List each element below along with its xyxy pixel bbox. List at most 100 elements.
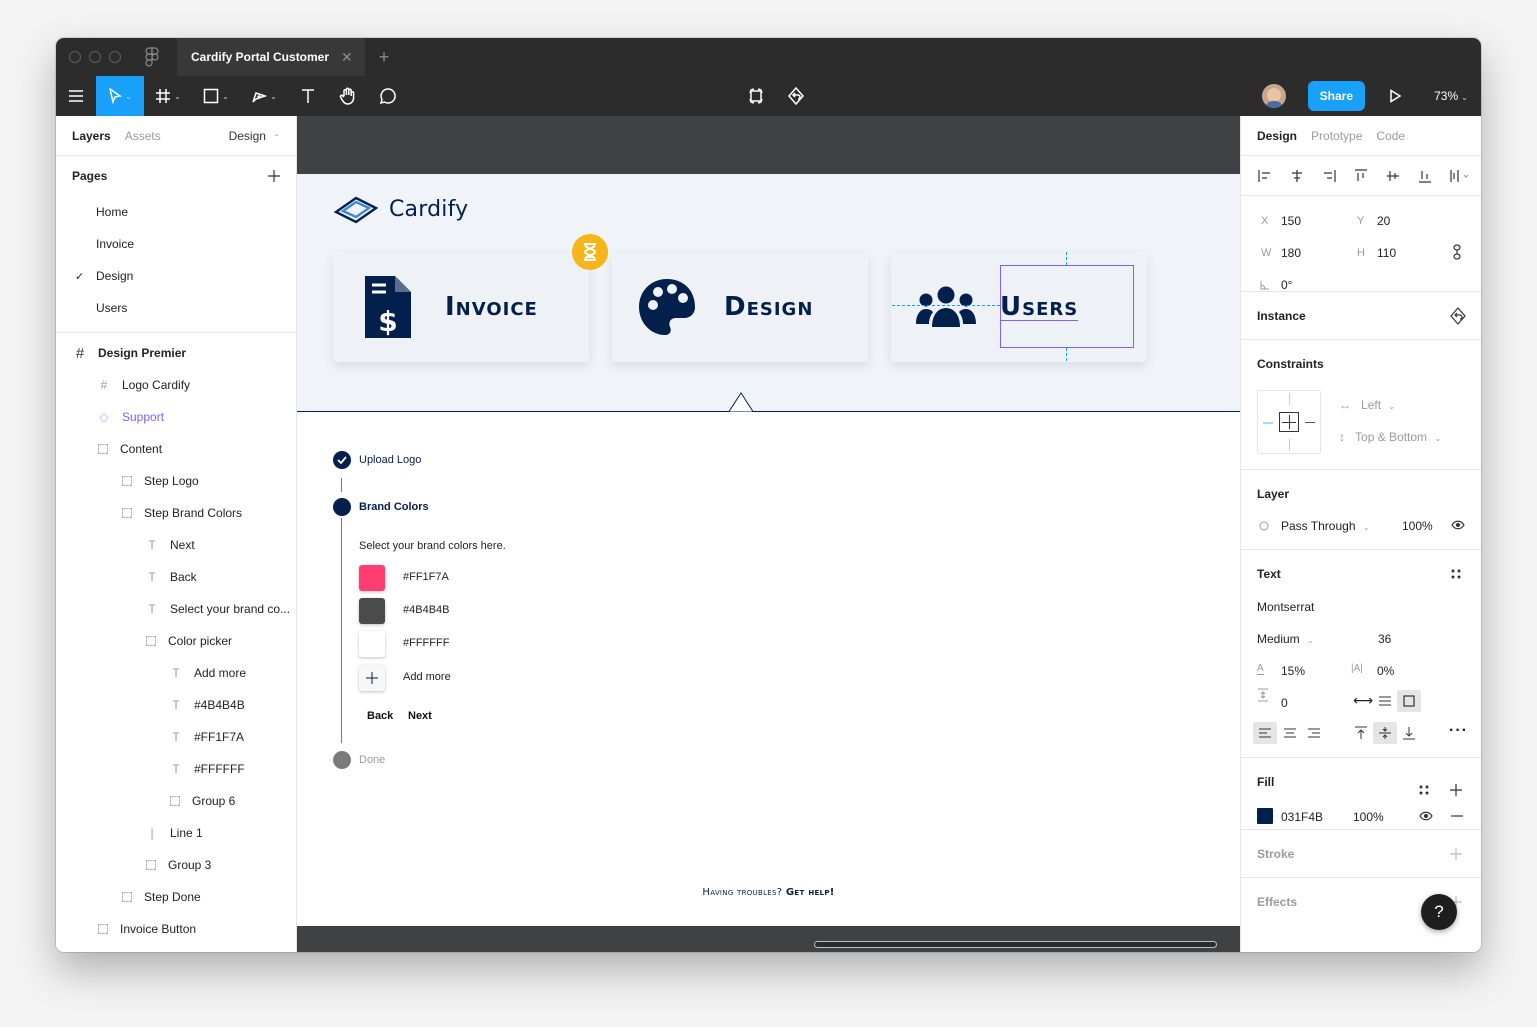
layer-row[interactable]: T Select your brand co... [56, 593, 296, 625]
tab-prototype[interactable]: Prototype [1311, 129, 1362, 143]
help-button[interactable]: ? [1421, 894, 1457, 930]
design-premier-frame[interactable]: Cardify $ Invoice Design Users Upload Lo… [297, 174, 1240, 926]
layer-row[interactable]: Invoice Button [56, 913, 296, 945]
instance-reset-icon[interactable] [1449, 307, 1467, 325]
width-input[interactable]: 180 [1281, 246, 1301, 260]
share-button[interactable]: Share [1307, 81, 1365, 111]
add-page-icon[interactable] [268, 170, 280, 182]
layer-row[interactable]: Group 6 [56, 785, 296, 817]
reset-instance-button[interactable] [776, 76, 816, 116]
auto-width-icon[interactable]: ⟷ [1353, 692, 1373, 709]
text-align-left-button[interactable] [1253, 722, 1277, 744]
align-bottom-icon[interactable] [1417, 168, 1433, 184]
layer-opacity-input[interactable]: 100% [1402, 519, 1433, 533]
move-tool-button[interactable]: ⌄ [96, 76, 144, 116]
layer-row[interactable]: T Back [56, 561, 296, 593]
layer-row[interactable]: # Design Premier [56, 337, 296, 369]
horizontal-constraint-dropdown[interactable]: ↔ Left ⌄ [1339, 398, 1395, 412]
line-height-input[interactable]: 15% [1281, 664, 1305, 678]
layer-row[interactable]: Content [56, 433, 296, 465]
font-family-dropdown[interactable]: Montserrat [1257, 600, 1314, 614]
distribute-icon[interactable] [1449, 168, 1471, 184]
constraint-widget[interactable] [1257, 390, 1321, 454]
letter-spacing-input[interactable]: 0% [1377, 664, 1394, 678]
layer-row[interactable]: Step Done [56, 881, 296, 913]
constraint-right[interactable] [1305, 422, 1315, 423]
document-tab[interactable]: Cardify Portal Customer ✕ [177, 38, 365, 76]
user-avatar[interactable] [1261, 84, 1286, 108]
font-weight-dropdown[interactable]: Medium ⌄ [1257, 632, 1314, 646]
align-right-icon[interactable] [1321, 168, 1337, 184]
swatch-ff1f7a[interactable] [359, 565, 385, 591]
step-brand-colors[interactable]: Brand Colors [333, 498, 429, 516]
vertical-constraint-dropdown[interactable]: ↕ Top & Bottom ⌄ [1339, 430, 1441, 444]
shape-tool-button[interactable]: ⌄ [192, 76, 240, 116]
layer-row[interactable]: T #FF1F7A [56, 721, 296, 753]
align-left-icon[interactable] [1257, 168, 1273, 184]
fill-color-swatch[interactable] [1257, 808, 1273, 824]
y-input[interactable]: 20 [1377, 214, 1390, 228]
align-top-icon[interactable] [1353, 168, 1369, 184]
swatch-ffffff[interactable] [359, 631, 385, 657]
rotation-input[interactable]: 0° [1281, 278, 1292, 292]
maximize-window-button[interactable] [109, 51, 121, 63]
align-vertical-center-icon[interactable] [1385, 168, 1401, 184]
fill-opacity-input[interactable]: 100% [1353, 810, 1384, 824]
auto-height-icon[interactable] [1378, 696, 1392, 706]
text-styles-icon[interactable] [1451, 569, 1461, 579]
height-input[interactable]: 110 [1377, 246, 1396, 260]
layer-row[interactable]: Step Logo [56, 465, 296, 497]
page-item-home[interactable]: Home [56, 196, 296, 228]
canvas[interactable]: Cardify $ Invoice Design Users Upload Lo… [297, 116, 1240, 952]
layer-row[interactable]: T Add more [56, 657, 296, 689]
present-button[interactable] [1383, 76, 1407, 116]
layer-row[interactable]: T Next [56, 529, 296, 561]
text-align-right-icon[interactable] [1307, 728, 1321, 738]
eye-icon[interactable] [1419, 811, 1433, 821]
vertical-align-middle-button[interactable] [1373, 722, 1397, 744]
zoom-dropdown[interactable]: 73% ⌄ [1421, 89, 1481, 103]
support-badge[interactable] [572, 234, 608, 270]
constraint-top[interactable] [1289, 393, 1290, 405]
constraint-left[interactable] [1263, 422, 1273, 424]
layer-row[interactable]: T #4B4B4B [56, 689, 296, 721]
next-button[interactable]: Next [408, 710, 432, 722]
get-help-link[interactable]: Get help! [786, 887, 835, 898]
fixed-size-button[interactable] [1397, 690, 1421, 712]
main-menu-button[interactable] [56, 76, 96, 116]
selection-box[interactable] [1000, 265, 1134, 348]
horizontal-scrollbar[interactable] [814, 941, 1217, 948]
back-button[interactable]: Back [367, 710, 393, 722]
add-stroke-icon[interactable] [1450, 848, 1462, 860]
fill-styles-icon[interactable] [1419, 785, 1429, 795]
layer-row[interactable]: # Logo Cardify [56, 369, 296, 401]
close-tab-icon[interactable]: ✕ [341, 49, 353, 66]
fill-hex-input[interactable]: 031F4B [1281, 810, 1323, 824]
close-window-button[interactable] [69, 51, 81, 63]
layer-row[interactable]: Group 3 [56, 849, 296, 881]
add-fill-icon[interactable] [1450, 784, 1462, 796]
step-upload-logo[interactable]: Upload Logo [333, 451, 421, 469]
page-selector[interactable]: Design ⌃ [229, 129, 280, 143]
tab-code[interactable]: Code [1376, 129, 1405, 143]
x-input[interactable]: 150 [1281, 214, 1301, 228]
page-item-design[interactable]: ✓ Design [56, 260, 296, 292]
blend-mode-dropdown[interactable]: Pass Through ⌄ [1281, 519, 1370, 533]
text-align-center-icon[interactable] [1283, 728, 1297, 738]
more-options-icon[interactable]: ··· [1449, 722, 1468, 740]
design-card[interactable]: Design [612, 252, 868, 362]
tab-layers[interactable]: Layers [72, 129, 111, 143]
logo-cardify[interactable]: Cardify [333, 192, 468, 226]
constrain-proportions-icon[interactable] [1451, 244, 1463, 260]
comment-tool-button[interactable] [368, 76, 408, 116]
eye-icon[interactable] [1451, 520, 1465, 530]
layer-row[interactable]: | Line 1 [56, 817, 296, 849]
invoice-card[interactable]: $ Invoice [333, 252, 589, 362]
pen-tool-button[interactable]: ⌄ [240, 76, 288, 116]
align-horizontal-center-icon[interactable] [1289, 168, 1305, 184]
vertical-align-top-icon[interactable] [1354, 726, 1368, 740]
layer-row[interactable]: Color picker [56, 625, 296, 657]
swatch-4b4b4b[interactable] [359, 598, 385, 624]
frame-tool-button[interactable]: ⌄ [144, 76, 192, 116]
text-tool-button[interactable] [288, 76, 328, 116]
